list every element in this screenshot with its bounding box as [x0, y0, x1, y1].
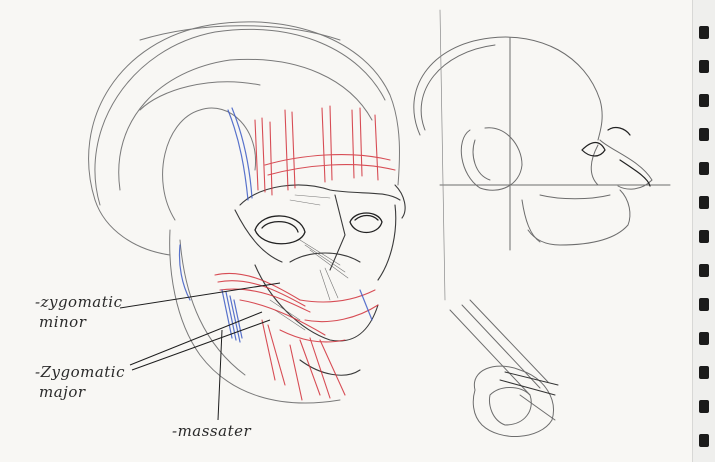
zygomatic-minor-pointer [119, 282, 281, 309]
eye-sockets [254, 212, 383, 245]
binding-ring [699, 94, 709, 107]
binding-ring [699, 26, 709, 39]
cranium-outline [88, 21, 401, 404]
zygomatic-minor-label: -zygomatic minor [35, 295, 122, 330]
binding-ring [699, 128, 709, 141]
binding-ring [699, 264, 709, 277]
binding-ring [699, 162, 709, 175]
binding-ring [699, 196, 709, 209]
spiral-binding [692, 0, 715, 462]
binding-ring [699, 366, 709, 379]
binding-ring [699, 60, 709, 73]
binding-ring [699, 434, 709, 447]
binding-ring [699, 400, 709, 413]
three-quarter-head-sketch [88, 21, 406, 404]
binding-ring [699, 298, 709, 311]
zygomatic-major-pointer-2 [131, 319, 271, 371]
blue-muscle-strokes [178, 107, 373, 343]
zygomatic-major-label: -Zygomatic major [35, 365, 125, 400]
zygomatic-minor-line2: minor [39, 313, 87, 331]
binding-ring [699, 332, 709, 345]
profile-head-sketch [413, 9, 671, 301]
sketchbook-page: -zygomatic minor -Zygomatic major -massa… [0, 0, 715, 462]
red-muscle-strokes [214, 105, 396, 401]
zygomatic-minor-line1: -zygomatic [35, 293, 123, 311]
zygomatic-major-line1: -Zygomatic [35, 363, 125, 381]
zygomatic-major-line2: major [39, 383, 86, 401]
binding-ring [699, 230, 709, 243]
jaw-study-sketch [449, 299, 559, 437]
shading-strokes [269, 194, 349, 331]
masseter-label: -massater [172, 422, 252, 440]
